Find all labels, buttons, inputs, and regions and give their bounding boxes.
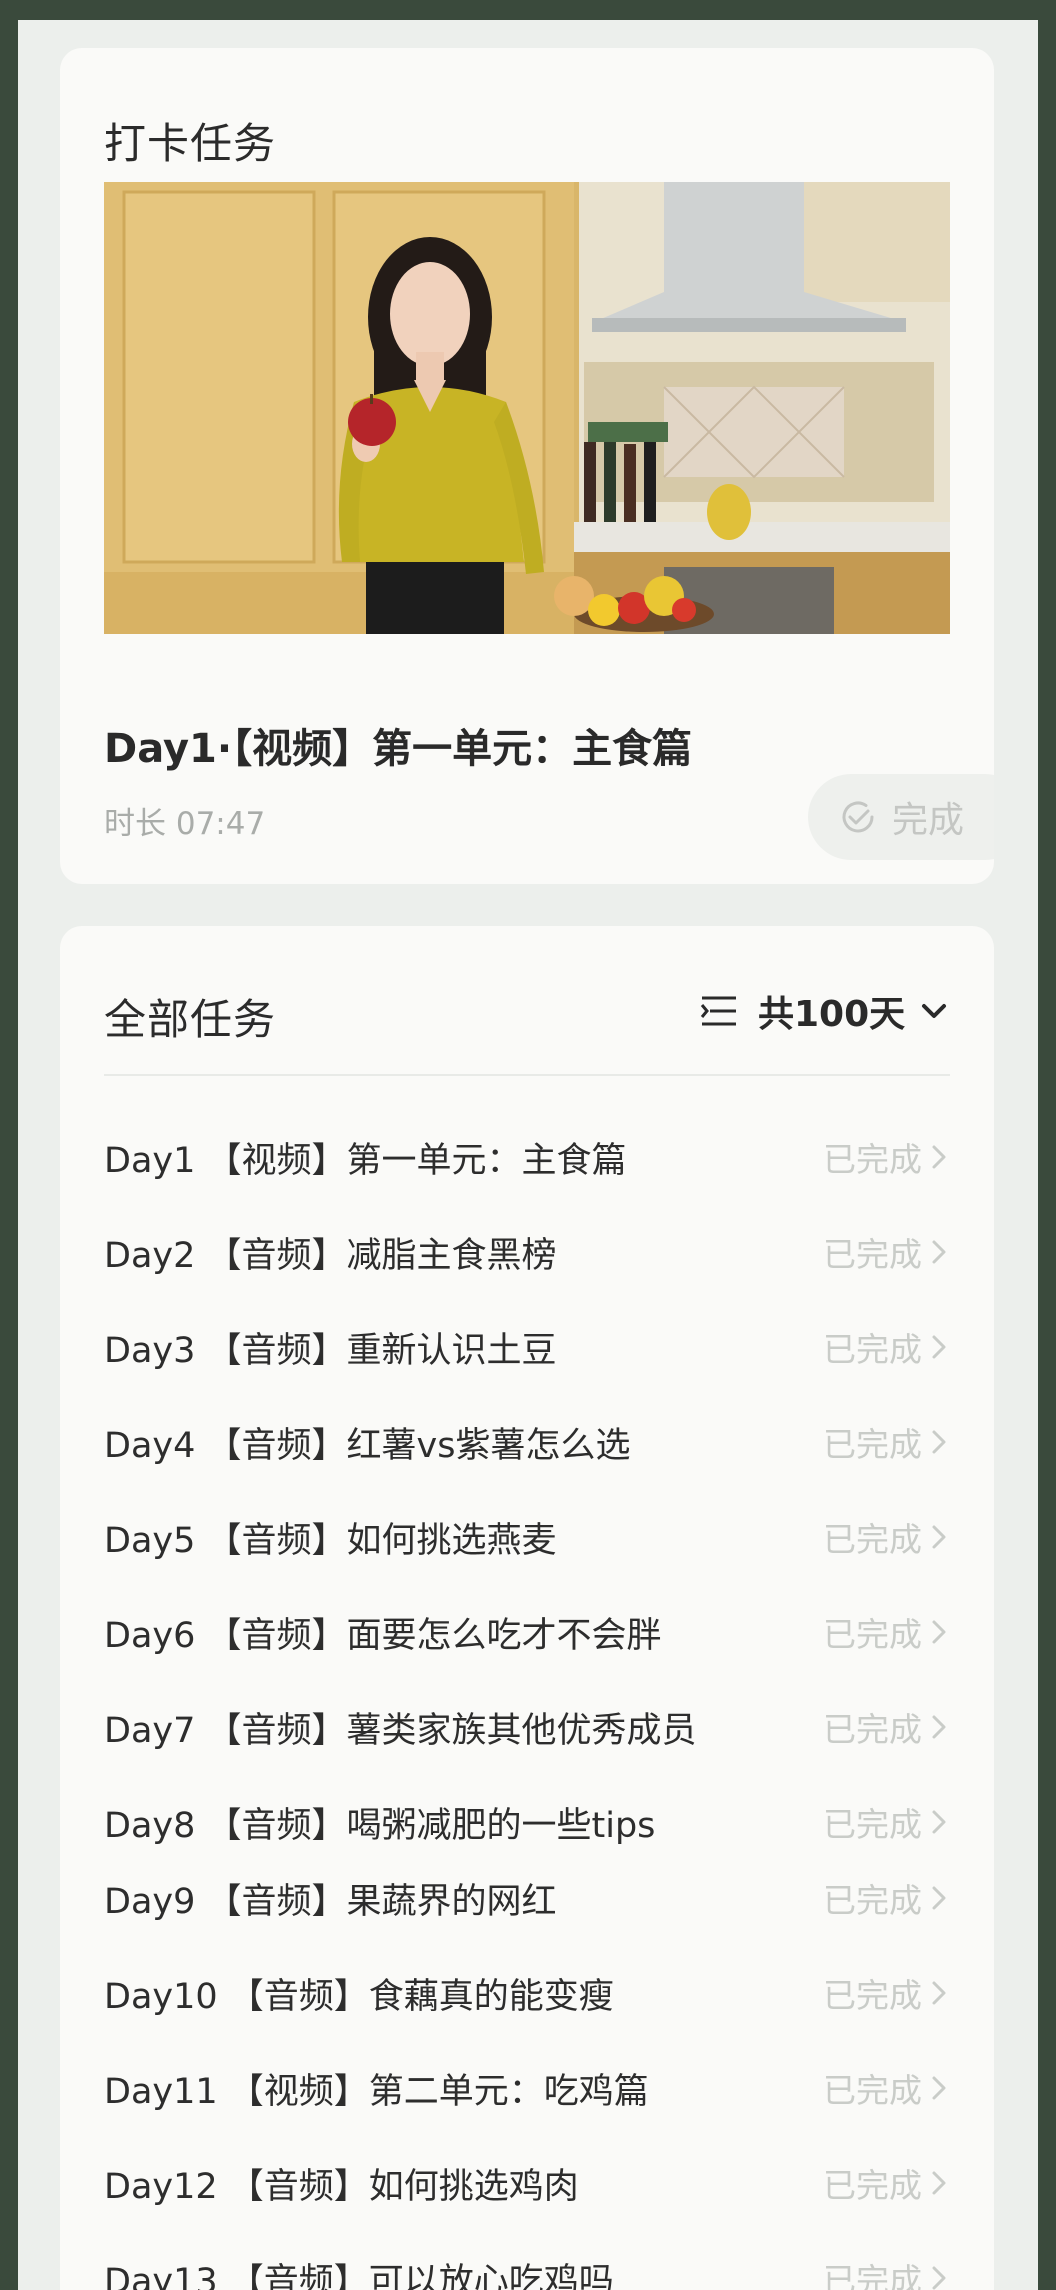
task-row-status: 已完成 bbox=[823, 1330, 922, 1369]
task-row[interactable]: Day1 【视频】第一单元：主食篇 已完成 bbox=[104, 1122, 950, 1192]
task-row-title: Day7 【音频】薯类家族其他优秀成员 bbox=[104, 1710, 697, 1751]
task-row[interactable]: Day2 【音频】减脂主食黑榜 已完成 bbox=[104, 1217, 950, 1287]
task-row-status: 已完成 bbox=[823, 1235, 922, 1274]
task-row-status: 已完成 bbox=[823, 2261, 922, 2290]
task-row[interactable]: Day12 【音频】如何挑选鸡肉 已完成 bbox=[104, 2148, 950, 2218]
checkin-title: 打卡任务 bbox=[104, 119, 277, 168]
task-row[interactable]: Day4 【音频】红薯vs紫薯怎么选 已完成 bbox=[104, 1407, 950, 1477]
task-row-status: 已完成 bbox=[823, 1976, 922, 2015]
check-circle-icon bbox=[842, 801, 874, 833]
chevron-right-icon bbox=[932, 1145, 946, 1169]
chevron-right-icon bbox=[932, 1715, 946, 1739]
task-row-status: 已完成 bbox=[823, 1881, 922, 1920]
task-row[interactable]: Day5 【音频】如何挑选燕麦 已完成 bbox=[104, 1502, 950, 1572]
task-row[interactable]: Day13 【音频】可以放心吃鸡吗 已完成 bbox=[104, 2243, 950, 2290]
task-row[interactable]: Day10 【音频】食藕真的能变瘦 已完成 bbox=[104, 1958, 950, 2028]
task-row-status: 已完成 bbox=[823, 1805, 922, 1844]
complete-button[interactable]: 完成 bbox=[808, 774, 994, 860]
task-row-title: Day9 【音频】果蔬界的网红 bbox=[104, 1881, 557, 1922]
task-row-status: 已完成 bbox=[823, 1425, 922, 1464]
chevron-right-icon bbox=[932, 1620, 946, 1644]
task-row-title: Day5 【音频】如何挑选燕麦 bbox=[104, 1520, 557, 1561]
task-row[interactable]: Day9 【音频】果蔬界的网红 已完成 bbox=[104, 1863, 950, 1933]
task-row-status: 已完成 bbox=[823, 1710, 922, 1749]
chevron-right-icon bbox=[932, 1886, 946, 1910]
chevron-right-icon bbox=[932, 2266, 946, 2290]
task-row-title: Day4 【音频】红薯vs紫薯怎么选 bbox=[104, 1425, 631, 1466]
task-row[interactable]: Day11 【视频】第二单元：吃鸡篇 已完成 bbox=[104, 2053, 950, 2123]
task-list: Day1 【视频】第一单元：主食篇 已完成 Day2 【音频】减脂主食黑榜 已完成 Da… bbox=[60, 926, 994, 2290]
all-tasks-card: 全部任务 共100天 Day1 【视频】第一单元：主食篇 已完成 Day2 【音频】… bbox=[60, 926, 994, 2290]
task-row-status: 已完成 bbox=[823, 1615, 922, 1654]
task-duration: 时长 07:47 bbox=[104, 806, 266, 842]
video-thumbnail[interactable] bbox=[104, 182, 950, 634]
task-row-title: Day8 【音频】喝粥减肥的一些tips bbox=[104, 1805, 656, 1846]
task-row-title: Day10 【音频】食藕真的能变瘦 bbox=[104, 1976, 614, 2017]
task-row-status: 已完成 bbox=[823, 1140, 922, 1179]
chevron-right-icon bbox=[932, 1430, 946, 1454]
checkin-card: 打卡任务 Day1·【视频】第一单元：主食篇 时长 07:47 完成 bbox=[60, 48, 994, 884]
complete-label: 完成 bbox=[892, 800, 965, 841]
task-row-status: 已完成 bbox=[823, 2071, 922, 2110]
task-row-status: 已完成 bbox=[823, 1520, 922, 1559]
task-row-title: Day13 【音频】可以放心吃鸡吗 bbox=[104, 2261, 614, 2290]
page: 打卡任务 Day1·【视频】第一单元：主食篇 时长 07:47 完成 全部任务 … bbox=[18, 20, 1038, 2290]
chevron-right-icon bbox=[932, 1335, 946, 1359]
chevron-right-icon bbox=[932, 2171, 946, 2195]
task-row[interactable]: Day7 【音频】薯类家族其他优秀成员 已完成 bbox=[104, 1692, 950, 1762]
task-name: Day1·【视频】第一单元：主食篇 bbox=[104, 726, 693, 772]
task-row-title: Day1 【视频】第一单元：主食篇 bbox=[104, 1140, 627, 1181]
chevron-right-icon bbox=[932, 1240, 946, 1264]
task-row[interactable]: Day3 【音频】重新认识土豆 已完成 bbox=[104, 1312, 950, 1382]
task-row-title: Day11 【视频】第二单元：吃鸡篇 bbox=[104, 2071, 649, 2112]
task-row-status: 已完成 bbox=[823, 2166, 922, 2205]
task-row-title: Day3 【音频】重新认识土豆 bbox=[104, 1330, 557, 1371]
task-row-title: Day6 【音频】面要怎么吃才不会胖 bbox=[104, 1615, 662, 1656]
chevron-right-icon bbox=[932, 2076, 946, 2100]
chevron-right-icon bbox=[932, 1810, 946, 1834]
chevron-right-icon bbox=[932, 1981, 946, 2005]
task-row[interactable]: Day6 【音频】面要怎么吃才不会胖 已完成 bbox=[104, 1597, 950, 1667]
task-row-title: Day12 【音频】如何挑选鸡肉 bbox=[104, 2166, 579, 2207]
chevron-right-icon bbox=[932, 1525, 946, 1549]
task-row[interactable]: Day8 【音频】喝粥减肥的一些tips 已完成 bbox=[104, 1787, 950, 1857]
video-thumbnail-image bbox=[104, 182, 950, 634]
task-row-title: Day2 【音频】减脂主食黑榜 bbox=[104, 1235, 557, 1276]
